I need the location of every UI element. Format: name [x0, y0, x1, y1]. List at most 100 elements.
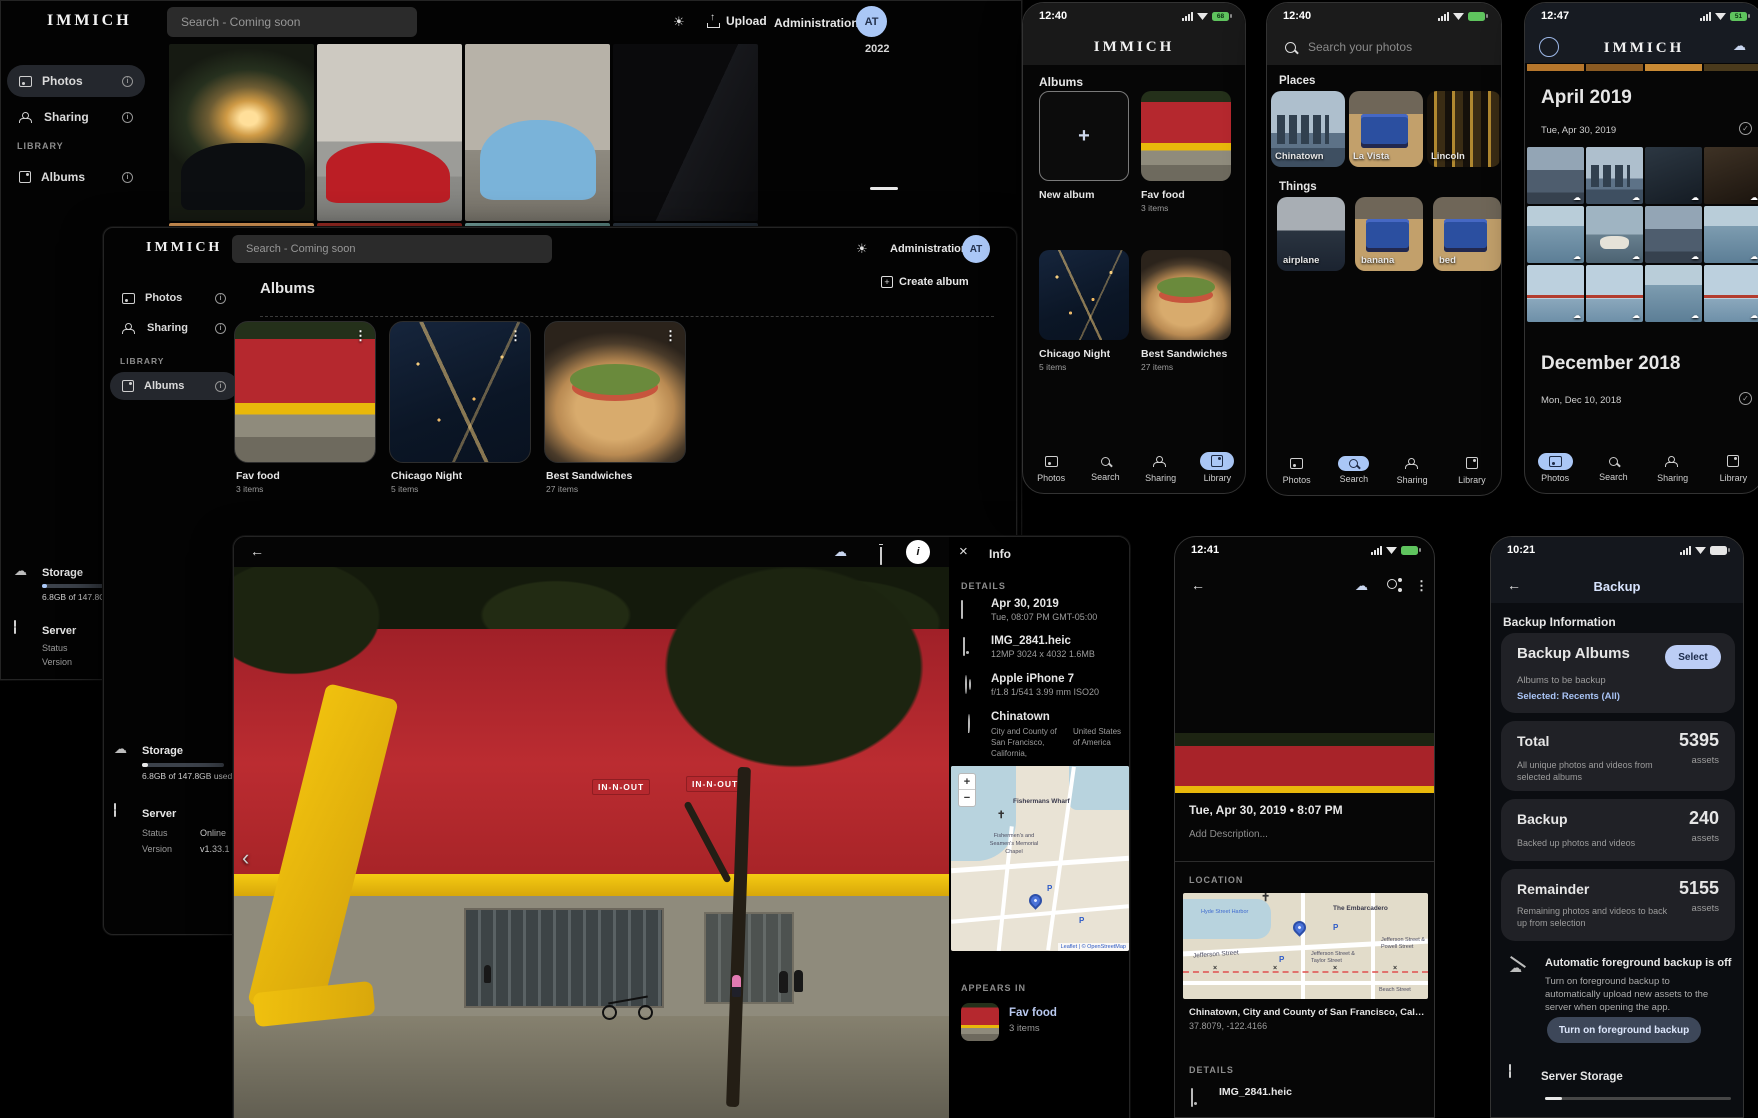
photo-tile[interactable] [317, 44, 462, 221]
photo-tile[interactable] [1586, 206, 1643, 263]
nav-photos[interactable]: Photos [1538, 453, 1573, 483]
info-button-active[interactable]: i [906, 540, 930, 564]
cloud-upload-icon[interactable] [1733, 37, 1746, 55]
timeline-scrubber[interactable] [870, 187, 898, 190]
nav-library[interactable]: Library [1455, 454, 1489, 485]
photo-tile[interactable] [465, 44, 610, 221]
nav-search[interactable]: Search [1338, 456, 1369, 484]
share-icon[interactable] [1387, 579, 1397, 589]
nav-photos[interactable]: Photos [1034, 453, 1069, 483]
detail-date[interactable]: Apr 30, 2019 [991, 598, 1059, 610]
photo-tile[interactable] [1527, 206, 1584, 263]
create-album-button[interactable]: + Create album [881, 276, 969, 288]
map-zoom-controls[interactable]: +− [958, 773, 976, 807]
status-bar: 12:47 51 [1525, 3, 1758, 29]
nav-library[interactable]: Library [1716, 452, 1750, 483]
auto-backup-title: Automatic foreground backup is off [1545, 957, 1731, 969]
detail-location[interactable]: Chinatown [991, 711, 1050, 723]
select-day-icon[interactable] [1739, 122, 1752, 135]
nav-search[interactable]: Search [1598, 454, 1629, 482]
location-map[interactable]: ×× ×× ✝ The Embarcadero Hyde Street Harb… [1183, 893, 1428, 999]
avatar[interactable]: AT [856, 6, 887, 37]
search-input[interactable]: Search your photos [1277, 33, 1491, 61]
info-icon[interactable] [122, 76, 133, 87]
zoom-in-button[interactable]: + [959, 774, 975, 790]
info-icon[interactable] [215, 293, 226, 304]
upload-button[interactable]: Upload [707, 14, 767, 28]
library-icon [1211, 455, 1223, 467]
cloud-status-icon[interactable] [834, 543, 847, 561]
info-icon[interactable] [122, 112, 133, 123]
photo-tile[interactable] [1527, 265, 1584, 322]
status-time: 12:40 [1283, 10, 1311, 22]
administration-link[interactable]: Administration [774, 16, 859, 30]
photo-tile[interactable] [1645, 265, 1702, 322]
album-card-best-sandwiches[interactable] [544, 321, 686, 463]
album-card-fav-food[interactable] [1141, 91, 1231, 181]
select-button[interactable]: Select [1665, 645, 1721, 669]
search-input[interactable]: Search - Coming soon [232, 235, 552, 263]
theme-toggle-icon[interactable] [856, 240, 868, 258]
zoom-out-button[interactable]: − [959, 790, 975, 806]
description-field[interactable]: Add Description... [1189, 829, 1268, 840]
nav-photos[interactable]: Photos [1279, 455, 1314, 485]
back-icon[interactable] [1191, 577, 1205, 595]
sidebar-item-photos[interactable]: Photos [7, 65, 145, 97]
sidebar-item-albums[interactable]: Albums [110, 372, 238, 400]
close-icon[interactable] [959, 543, 968, 561]
map-label: Fishermen's and Seamen's Memorial Chapel [983, 832, 1045, 856]
avatar[interactable]: AT [962, 235, 990, 263]
stat-label: Remainder [1517, 881, 1589, 897]
new-album-card[interactable]: + [1039, 91, 1129, 181]
photo-tile[interactable] [1527, 147, 1584, 204]
more-menu-icon[interactable] [1415, 577, 1428, 595]
sidebar-item-sharing[interactable]: Sharing [7, 101, 145, 133]
photo-tile[interactable] [1586, 147, 1643, 204]
photo-tile[interactable] [1586, 265, 1643, 322]
prev-photo-arrow[interactable]: ‹ [242, 845, 249, 871]
photo-tile[interactable] [1645, 206, 1702, 263]
album-card-chicago-night[interactable] [1039, 250, 1129, 340]
nav-search[interactable]: Search [1090, 454, 1121, 482]
album-menu-icon[interactable] [509, 328, 522, 344]
trash-icon[interactable] [880, 547, 882, 565]
album-menu-icon[interactable] [664, 328, 677, 344]
photo-tile[interactable] [1645, 147, 1702, 204]
info-icon[interactable] [215, 381, 226, 392]
nav-sharing[interactable]: Sharing [1394, 455, 1431, 485]
nav-library[interactable]: Library [1200, 452, 1234, 483]
album-name[interactable]: Fav food [236, 470, 280, 482]
album-name[interactable]: Best Sandwiches [546, 470, 632, 482]
cloud-upload-icon[interactable] [1355, 577, 1368, 594]
info-icon[interactable] [122, 172, 133, 183]
info-icon[interactable] [215, 323, 226, 334]
nav-sharing[interactable]: Sharing [1654, 453, 1691, 483]
appears-album-name[interactable]: Fav food [1009, 1007, 1057, 1019]
select-day-icon[interactable] [1739, 392, 1752, 405]
album-card-chicago-night[interactable] [389, 321, 531, 463]
album-name[interactable]: Chicago Night [391, 470, 462, 482]
back-icon[interactable] [250, 543, 264, 561]
album-card-best-sandwiches[interactable] [1141, 250, 1231, 340]
map-attribution[interactable]: Leaflet | © OpenStreetMap [1058, 943, 1129, 951]
sidebar-item-albums[interactable]: Albums [7, 161, 145, 193]
photo-tile[interactable] [1704, 206, 1758, 263]
photo-tile[interactable] [1704, 147, 1758, 204]
search-input[interactable]: Search - Coming soon [167, 7, 417, 37]
photo-tile[interactable] [169, 44, 314, 221]
album-card-fav-food[interactable] [234, 321, 376, 463]
turn-on-backup-button[interactable]: Turn on foreground backup [1547, 1017, 1701, 1043]
photo-strip-sliver [1527, 64, 1758, 71]
photo-tile[interactable] [1704, 265, 1758, 322]
administration-link[interactable]: Administration [890, 243, 968, 255]
photo-preview[interactable] [1175, 733, 1434, 793]
album-menu-icon[interactable] [354, 328, 367, 344]
viewer-photo[interactable]: IN-N-OUT IN-N-OUT ‹ [234, 567, 949, 1118]
sidebar-item-sharing[interactable]: Sharing [110, 314, 238, 342]
appears-album-thumb[interactable] [961, 1003, 999, 1041]
nav-sharing[interactable]: Sharing [1142, 453, 1179, 483]
sidebar-item-photos[interactable]: Photos [110, 284, 238, 312]
location-map[interactable]: Fishermans Wharf Fishermen's and Seamen'… [951, 766, 1129, 951]
theme-toggle-icon[interactable] [673, 13, 685, 31]
photo-tile[interactable] [613, 44, 758, 221]
